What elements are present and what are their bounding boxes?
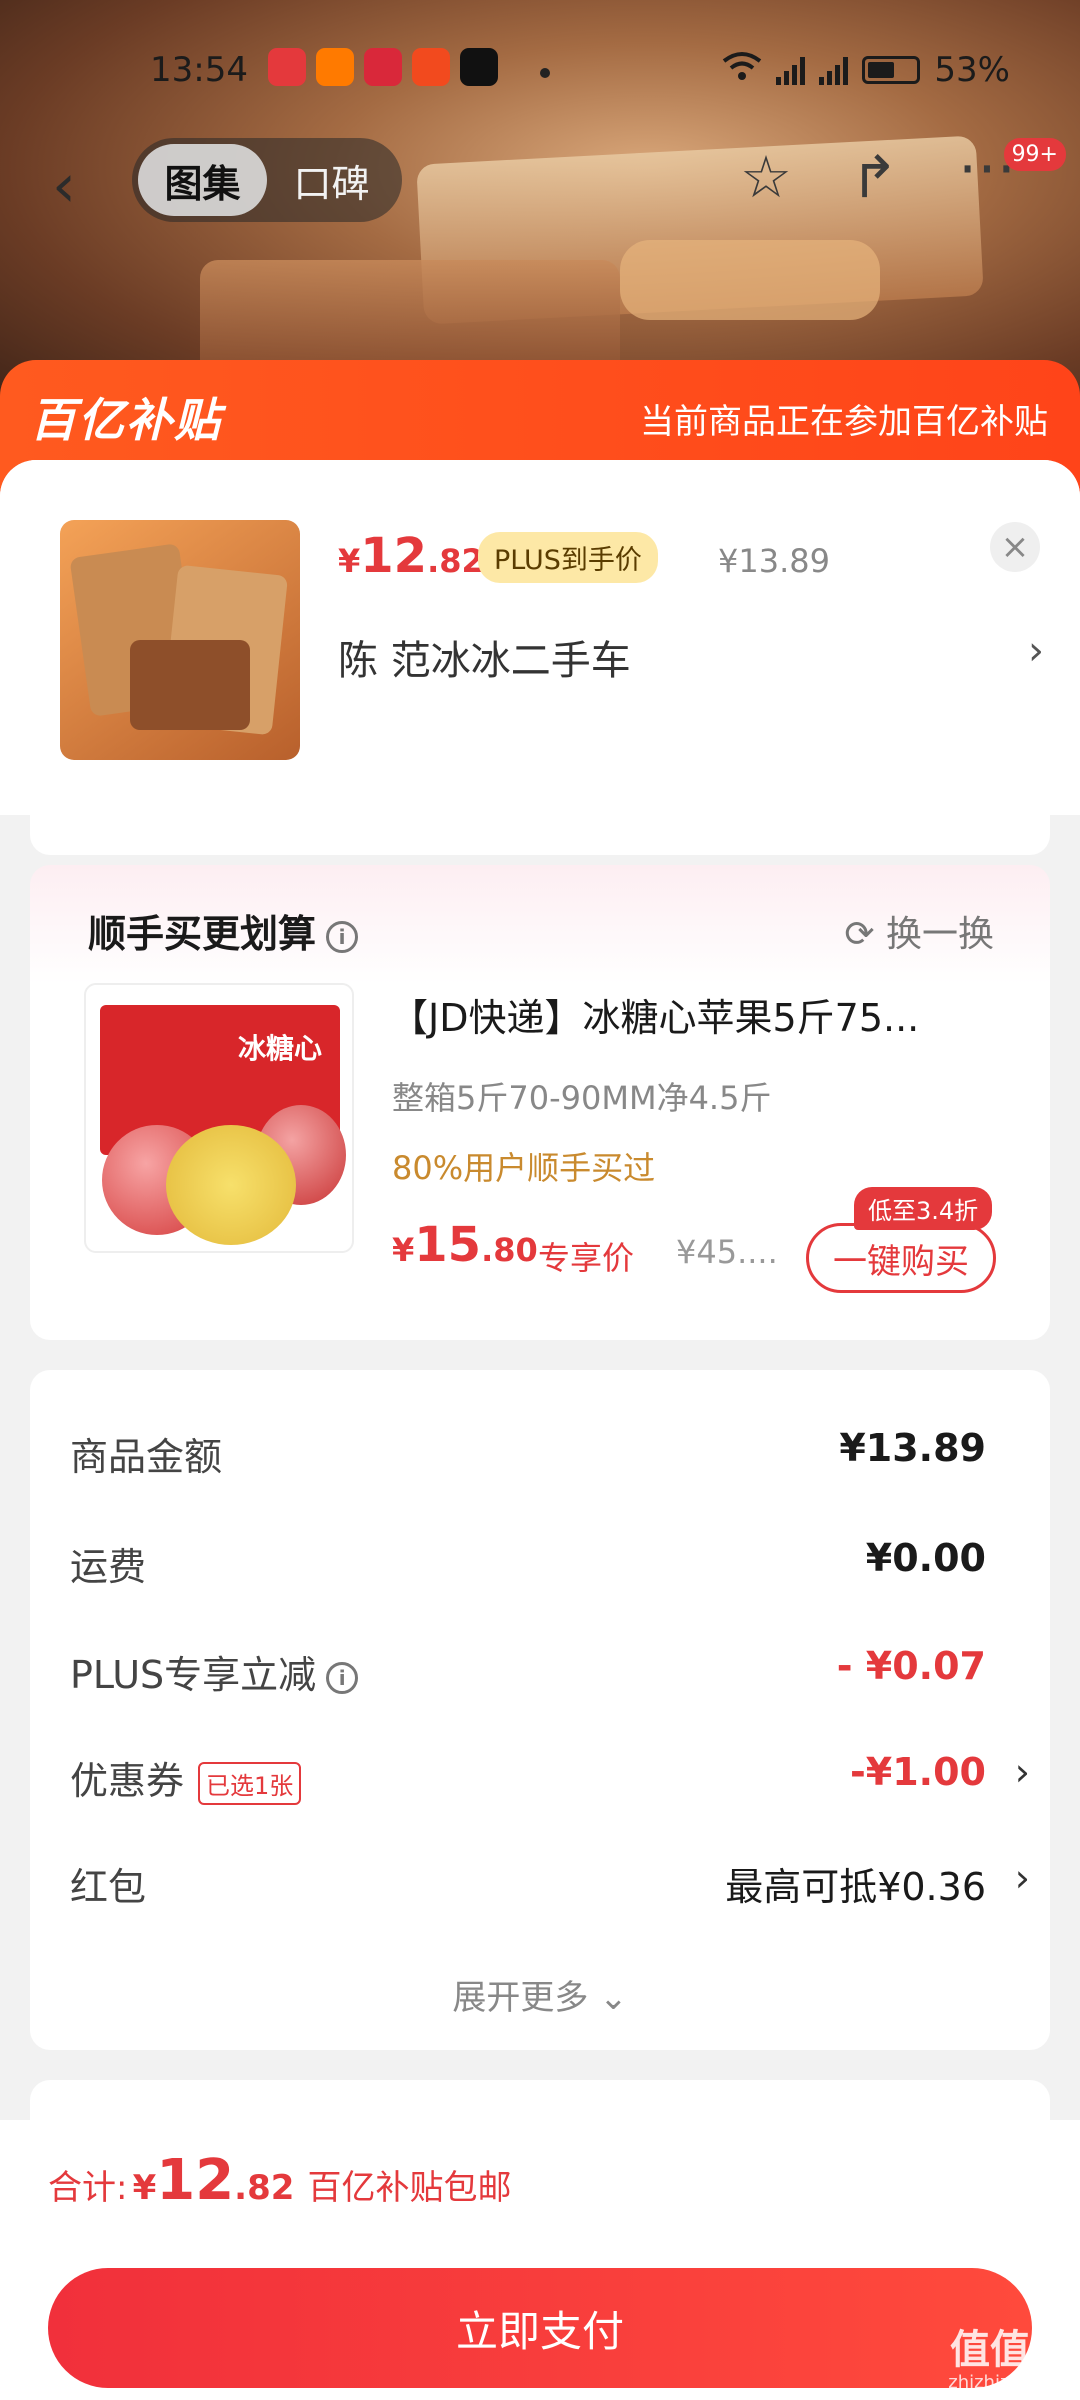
share-icon[interactable]: ↱ <box>850 148 899 206</box>
product-thumbnail <box>60 520 300 760</box>
battery-percent: 53% <box>934 50 1010 90</box>
more-notifications-dot <box>540 68 550 78</box>
status-time: 13:54 <box>150 50 248 90</box>
subsidy-logo: 百亿补贴 <box>30 393 222 447</box>
one-click-buy-button[interactable]: 一键购买 <box>806 1223 996 1293</box>
summary-row-plus-discount: PLUS专享立减 i - ¥0.07 <box>70 1644 986 1697</box>
original-price: ¥13.89 <box>718 542 830 580</box>
chevron-right-icon[interactable]: › <box>1028 628 1044 674</box>
site-watermark: 值值值 zhizhizhi.com <box>948 2327 1070 2393</box>
summary-row-goods: 商品金额 ¥13.89 <box>70 1426 986 1479</box>
summary-row-shipping: 运费 ¥0.00 <box>70 1536 986 1589</box>
chevron-down-icon: ⌄ <box>599 1978 628 2018</box>
message-badge: 99+ <box>1003 138 1066 171</box>
discount-badge: 低至3.4折 <box>854 1187 993 1230</box>
gallery-review-switch: 图集 口碑 <box>132 138 402 222</box>
recommend-spec: 整箱5斤70-90MM净4.5斤 <box>392 1079 772 1117</box>
pay-now-button[interactable]: 立即支付 <box>48 2268 1032 2388</box>
recommend-thumbnail[interactable]: 冰糖心 <box>84 983 354 1253</box>
recommend-product-name[interactable]: 【JD快递】冰糖心苹果5斤75... <box>390 987 990 1042</box>
free-shipping-label: 百亿补贴包邮 <box>307 2168 512 2208</box>
exclusive-label: 专享价 <box>538 1239 635 1277</box>
plus-price-tag: PLUS到手价 <box>478 532 658 583</box>
recommend-price: ¥15.80 <box>392 1217 538 1273</box>
recommend-purchase-rate: 80%用户顺手买过 <box>392 1149 656 1187</box>
chevron-right-icon[interactable]: › <box>1015 1856 1030 1900</box>
order-sheet: ¥12.82 PLUS到手价 ¥13.89 × 陈 范冰冰二手车 › 顺手买更划… <box>0 460 1080 2140</box>
notification-icons <box>268 48 498 86</box>
wifi-icon <box>722 50 762 90</box>
product-price: ¥12.82 <box>338 528 484 584</box>
tiktok-app-icon <box>460 48 498 86</box>
product-card: ¥12.82 PLUS到手价 ¥13.89 × 陈 范冰冰二手车 › <box>0 460 1080 815</box>
close-icon[interactable]: × <box>990 522 1040 572</box>
info-icon[interactable]: i <box>326 920 359 953</box>
order-total: 合计: ¥12.82 百亿补贴包邮 <box>48 2148 512 2213</box>
star-icon[interactable]: ☆ <box>740 148 792 206</box>
seller-name[interactable]: 陈 范冰冰二手车 <box>338 628 631 686</box>
price-summary-card: 商品金额 ¥13.89 运费 ¥0.00 PLUS专享立减 i - ¥0.07 优… <box>30 1370 1050 2050</box>
summary-row-coupon[interactable]: 优惠券 已选1张 -¥1.00 › <box>70 1750 1030 1810</box>
battery-icon <box>862 56 921 84</box>
back-icon[interactable]: ‹ <box>52 156 76 216</box>
coupon-selected-tag: 已选1张 <box>198 1762 302 1805</box>
checkout-bar: 合计: ¥12.82 百亿补贴包邮 立即支付 <box>0 2120 1080 2400</box>
summary-row-red-packet[interactable]: 红包 最高可抵¥0.36 › <box>70 1856 1030 1916</box>
taobao-app-icon <box>316 48 354 86</box>
tab-reviews[interactable]: 口碑 <box>267 144 396 216</box>
expand-more-button[interactable]: 展开更多 ⌄ <box>30 1970 1050 2019</box>
recommend-card: 顺手买更划算 i ⟳ 换一换 冰糖心 【JD快递】冰糖心苹果5斤75... 整箱5… <box>30 865 1050 1340</box>
shopping-app-icon <box>412 48 450 86</box>
divider-card <box>30 795 1050 855</box>
subsidy-notice: 当前商品正在参加百亿补贴 <box>640 402 1048 442</box>
recommend-original-price: ¥45.... <box>676 1233 778 1271</box>
refresh-icon: ⟳ <box>844 914 875 955</box>
status-right: 53% <box>722 50 1010 90</box>
info-icon[interactable]: i <box>326 1661 359 1694</box>
status-bar: 13:54 53% <box>0 40 1080 100</box>
tab-gallery[interactable]: 图集 <box>138 144 267 216</box>
jd-app-icon <box>268 48 306 86</box>
top-nav: ‹ 图集 口碑 ☆ ↱ ⋯ 99+ <box>0 138 1080 228</box>
signal-icon <box>776 55 806 85</box>
nut-bar-image <box>620 240 880 320</box>
swap-button[interactable]: ⟳ 换一换 <box>844 905 994 957</box>
signal-icon <box>819 55 849 85</box>
pinduoduo-app-icon <box>364 48 402 86</box>
recommend-title: 顺手买更划算 i <box>88 903 359 958</box>
chevron-right-icon[interactable]: › <box>1015 1750 1030 1794</box>
